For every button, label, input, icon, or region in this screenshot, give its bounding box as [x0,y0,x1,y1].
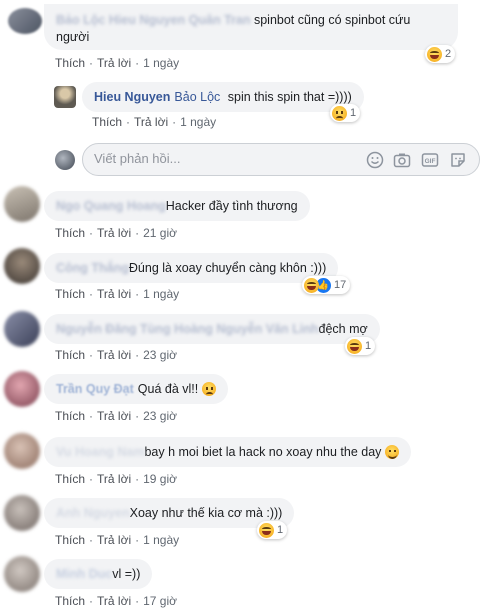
like-link[interactable]: Thích [55,348,85,362]
timestamp[interactable]: 19 giờ [143,472,177,486]
reply-link[interactable]: Trả lời [97,287,131,301]
comment-text: Quá đà vl!! [137,382,199,396]
comment-author[interactable]: Anh Nguyen [56,506,130,520]
reaction-summary[interactable]: 1 [330,104,361,122]
camera-icon[interactable] [393,151,411,169]
comment-text: Đúng là xoay chuyển càng khôn :))) [128,261,327,275]
comment-actions: Thích · Trả lời · 1 ngày [55,287,180,301]
haha-icon [259,522,274,538]
avatar[interactable] [4,311,40,347]
avatar[interactable] [4,371,40,407]
reaction-count: 2 [445,48,452,60]
comment-author[interactable]: Công Thắng [56,261,129,275]
reaction-summary[interactable]: 1 [257,521,288,539]
comment-text: vl =)) [112,567,141,581]
smile-emoji-icon [384,445,399,459]
current-user-avatar [55,150,75,170]
like-link[interactable]: Thích [55,533,85,547]
reaction-summary[interactable]: 1 [345,337,376,355]
reply-link[interactable]: Trả lời [97,409,131,423]
mention-link[interactable]: Bảo Lộc [174,90,220,104]
sad-icon [332,105,347,121]
avatar[interactable] [8,8,42,34]
reply-link[interactable]: Trả lời [134,115,168,129]
sticker-icon[interactable] [449,151,467,169]
reply-text: spin this spin that =)))) [227,90,352,104]
timestamp[interactable]: 23 giờ [143,348,177,362]
comment-author[interactable]: Vu Hoang Nam [56,445,144,459]
comment-actions: Thích · Trả lời · 19 giờ [55,472,177,486]
reply-link[interactable]: Trả lời [97,533,131,547]
reaction-count: 1 [365,340,372,352]
avatar[interactable] [4,248,40,284]
comment-text: bay h moi biet la hack no xoay nhu the d… [144,445,382,459]
haha-icon [427,46,442,62]
comment-actions: Thích · Trả lời · 1 ngày [55,56,180,70]
avatar[interactable] [4,433,40,469]
comment-text: đệch mợ [318,322,368,336]
reply-actions: Thích · Trả lời · 1 ngày [92,115,217,129]
reply-link[interactable]: Trả lời [97,56,131,70]
timestamp[interactable]: 21 giờ [143,226,177,240]
like-link[interactable]: Thích [55,594,85,608]
timestamp[interactable]: 23 giờ [143,409,177,423]
comment-bubble: Bảo Lộc Hieu Nguyen Quân Tran spinbot cũ… [44,4,458,50]
comment-author[interactable]: Ngo Quang Hoang [56,199,166,213]
comment-text: Hacker đầy tình thương [165,199,298,213]
comment-actions: Thích · Trả lời · 17 giờ [55,594,177,608]
sad-emoji-icon [201,382,216,396]
comment-bubble: Ngo Quang HoangHacker đầy tình thương [44,191,310,221]
reply-composer[interactable]: GIF [82,143,480,176]
timestamp[interactable]: 1 ngày [143,56,179,70]
reaction-summary[interactable]: 2 [425,45,456,63]
reaction-count: 17 [334,279,347,291]
like-link[interactable]: Thích [92,115,122,129]
like-link[interactable]: Thích [55,56,85,70]
comment-bubble: Công ThắngĐúng là xoay chuyển càng khôn … [44,253,339,283]
reply-link[interactable]: Trả lời [97,594,131,608]
reaction-count: 1 [277,524,284,536]
comment-actions: Thích · Trả lời · 21 giờ [55,226,177,240]
timestamp[interactable]: 1 ngày [143,287,179,301]
comment-text: Xoay như thế kia cơ mà :))) [129,506,283,520]
comment-bubble: Minh Ducvl =)) [44,559,153,589]
comment-actions: Thích · Trả lời · 1 ngày [55,533,180,547]
reply-link[interactable]: Trả lời [97,472,131,486]
avatar[interactable] [4,186,40,222]
comment-author[interactable]: Minh Duc [56,567,112,581]
reply-input[interactable] [94,151,334,166]
comment-author[interactable]: Nguyễn Đăng Tùng Hoàng Nguyễn Văn Linh [56,322,319,336]
reaction-count: 1 [350,107,357,119]
reply-author[interactable]: Hieu Nguyen [94,90,170,104]
haha-icon [347,338,362,354]
comment-bubble: Trần Quy Đạt Quá đà vl!! [44,374,228,404]
reply-link[interactable]: Trả lời [97,348,131,362]
avatar[interactable] [54,86,76,108]
comment-actions: Thích · Trả lời · 23 giờ [55,348,177,362]
timestamp[interactable]: 1 ngày [180,115,216,129]
comment-author[interactable]: Bảo Lộc Hieu Nguyen Quân Tran [56,13,250,27]
reply-bubble: Hieu Nguyen Bảo Lộc spin this spin that =… [82,82,364,112]
emoji-icon[interactable] [366,151,384,169]
comment-bubble: Anh NguyenXoay như thế kia cơ mà :))) [44,498,295,528]
timestamp[interactable]: 1 ngày [143,533,179,547]
like-link[interactable]: Thích [55,226,85,240]
svg-text:GIF: GIF [425,158,436,165]
comment-bubble: Nguyễn Đăng Tùng Hoàng Nguyễn Văn Linhđệ… [44,314,380,344]
like-link[interactable]: Thích [55,287,85,301]
reaction-summary[interactable]: 👍 17 [302,276,351,294]
like-link[interactable]: Thích [55,409,85,423]
comment-bubble: Vu Hoang Nambay h moi biet la hack no xo… [44,437,411,467]
avatar[interactable] [4,495,40,531]
gif-icon[interactable]: GIF [421,151,439,169]
like-link[interactable]: Thích [55,472,85,486]
haha-icon [304,277,319,293]
avatar[interactable] [4,556,40,592]
timestamp[interactable]: 17 giờ [143,594,177,608]
reply-link[interactable]: Trả lời [97,226,131,240]
comment-actions: Thích · Trả lời · 23 giờ [55,409,177,423]
comment-author[interactable]: Trần Quy Đạt [56,382,134,396]
